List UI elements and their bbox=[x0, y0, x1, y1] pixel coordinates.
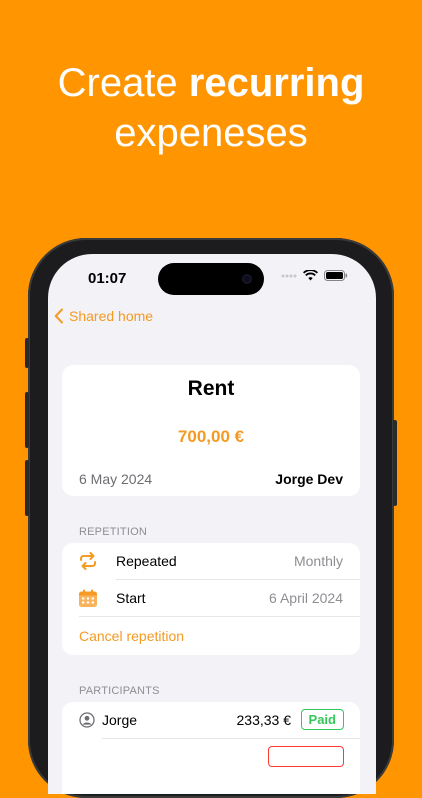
participant-name: Jorge bbox=[102, 712, 138, 728]
back-button[interactable]: Shared home bbox=[54, 308, 153, 324]
row-divider bbox=[102, 738, 360, 739]
expense-summary-card: Rent 700,00 € 6 May 2024 Jorge Dev bbox=[62, 365, 360, 496]
repeat-icon bbox=[80, 552, 96, 570]
partial-status-badge bbox=[268, 746, 344, 767]
status-icons bbox=[281, 270, 348, 281]
participants-section-label: PARTICIPANTS bbox=[79, 685, 160, 697]
participant-row[interactable]: Jorge 233,33 € Paid bbox=[62, 702, 360, 739]
start-row[interactable]: Start 6 April 2024 bbox=[62, 580, 360, 617]
expense-owner: Jorge Dev bbox=[275, 471, 343, 487]
signal-icon bbox=[281, 274, 297, 277]
participants-card: Jorge 233,33 € Paid bbox=[62, 702, 360, 794]
expense-date: 6 May 2024 bbox=[79, 471, 153, 487]
repetition-section-label: REPETITION bbox=[79, 526, 148, 538]
calendar-icon bbox=[79, 589, 97, 607]
phone-action-button bbox=[25, 338, 29, 368]
phone-volume-down-button bbox=[25, 460, 29, 516]
person-icon bbox=[79, 712, 95, 728]
cancel-repetition-button[interactable]: Cancel repetition bbox=[79, 628, 184, 644]
back-button-label: Shared home bbox=[69, 308, 154, 324]
participant-amount: 233,33 € bbox=[236, 712, 292, 728]
expense-title: Rent bbox=[187, 377, 235, 400]
headline-emphasis: recurring bbox=[188, 61, 365, 105]
repetition-card: Repeated Monthly Start 6 April 2024 Canc… bbox=[62, 543, 360, 655]
expense-amount: 700,00 € bbox=[177, 427, 245, 446]
app-screen: 01:07 Shared home Rent 700,00 € 6 May 20… bbox=[48, 254, 376, 794]
dynamic-island bbox=[158, 263, 264, 295]
promo-headline: Create recurring expeneses bbox=[0, 58, 422, 158]
repeated-label: Repeated bbox=[116, 553, 177, 569]
headline-line-2: expeneses bbox=[114, 111, 308, 155]
phone-power-button bbox=[393, 420, 397, 506]
wifi-icon bbox=[303, 270, 318, 281]
start-value: 6 April 2024 bbox=[269, 590, 343, 606]
camera-icon bbox=[242, 274, 252, 284]
row-divider bbox=[79, 616, 360, 617]
start-label: Start bbox=[116, 590, 146, 606]
status-time: 01:07 bbox=[88, 270, 127, 287]
paid-status-badge[interactable]: Paid bbox=[300, 709, 344, 730]
battery-icon bbox=[324, 270, 348, 281]
repeated-row[interactable]: Repeated Monthly bbox=[62, 543, 360, 580]
phone-volume-up-button bbox=[25, 392, 29, 448]
repeated-value: Monthly bbox=[293, 553, 343, 569]
headline-line-1: Create recurring bbox=[57, 61, 365, 105]
chevron-left-icon bbox=[54, 308, 63, 324]
